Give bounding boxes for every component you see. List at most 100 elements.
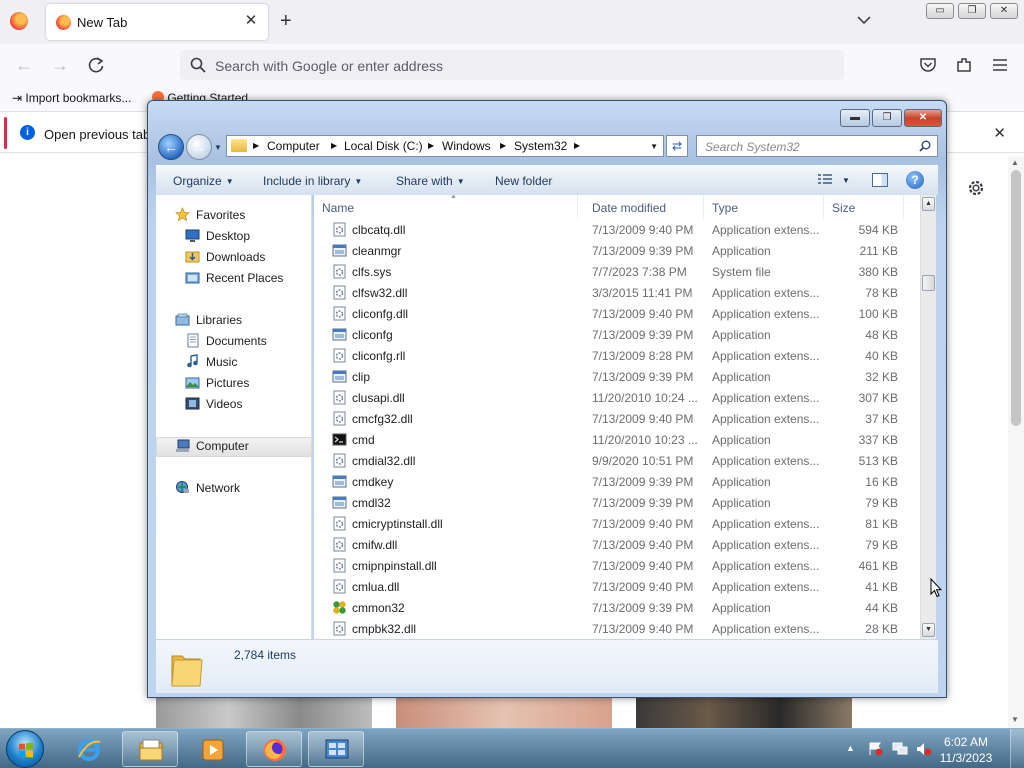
action-center-flag-icon[interactable] <box>868 742 884 756</box>
scroll-up-icon[interactable]: ▲ <box>922 197 935 211</box>
column-header-name[interactable]: Name ▲ <box>314 195 578 219</box>
file-row[interactable]: clfs.sys 7/7/2023 7:38 PM System file 380 K… <box>314 261 914 282</box>
search-icon[interactable] <box>919 140 931 152</box>
file-row[interactable]: cliconfg.rll 7/13/2009 8:28 PM Application… <box>314 345 914 366</box>
breadcrumb-windows[interactable]: Windows <box>442 139 491 153</box>
extensions-icon[interactable] <box>955 56 973 74</box>
show-hidden-icons-icon[interactable]: ▲ <box>846 743 855 753</box>
taskbar-control-panel[interactable] <box>308 731 364 767</box>
share-with-button[interactable]: Share with ▼ <box>396 174 465 188</box>
file-row[interactable]: clbcatq.dll 7/13/2009 9:40 PM Application … <box>314 219 914 240</box>
computer-icon <box>176 439 190 452</box>
taskbar-media-player[interactable] <box>184 731 240 767</box>
column-header-size[interactable]: Size <box>824 195 904 219</box>
file-row[interactable]: cmlua.dll 7/13/2009 9:40 PM Application ex… <box>314 576 914 597</box>
file-row[interactable]: cliconfg.dll 7/13/2009 9:40 PM Application… <box>314 303 914 324</box>
start-button[interactable] <box>6 730 44 768</box>
pocket-icon[interactable] <box>919 56 937 74</box>
breadcrumb-chevron-icon[interactable]: ▶ <box>331 141 337 150</box>
scroll-down-icon[interactable]: ▼ <box>922 623 935 637</box>
file-row[interactable]: cmmon32 7/13/2009 9:39 PM Application 44 KB <box>314 597 914 618</box>
file-row[interactable]: cmicryptinstall.dll 7/13/2009 9:40 PM Appl… <box>314 513 914 534</box>
minimize-button[interactable]: ▭ <box>926 3 954 19</box>
restore-button[interactable]: ❐ <box>958 3 986 19</box>
page-scrollbar[interactable]: ▲ ▼ <box>1008 156 1024 728</box>
file-size: 513 KB <box>858 454 898 468</box>
hamburger-menu-icon[interactable] <box>991 56 1009 74</box>
breadcrumb-chevron-icon[interactable]: ▶ <box>253 141 259 150</box>
address-bar[interactable]: ▶ Computer ▶ Local Disk (C:) ▶ Windows ▶… <box>226 135 664 157</box>
address-dropdown-icon[interactable]: ▼ <box>650 142 658 151</box>
breadcrumb-local-disk[interactable]: Local Disk (C:) <box>344 139 423 153</box>
firefox-view-icon[interactable] <box>10 12 28 30</box>
breadcrumb-system32[interactable]: System32 <box>514 139 567 153</box>
back-button[interactable]: ← <box>13 54 35 76</box>
scrollbar-thumb[interactable] <box>1011 170 1021 426</box>
search-input[interactable]: Search System32 <box>696 135 938 157</box>
file-row[interactable]: cmdkey 7/13/2009 9:39 PM Application 16 KB <box>314 471 914 492</box>
file-row[interactable]: cmipnpinstall.dll 7/13/2009 9:40 PM Applic… <box>314 555 914 576</box>
scrollbar-thumb[interactable] <box>922 275 935 291</box>
forward-button[interactable]: → <box>49 54 71 76</box>
recent-pages-dropdown-icon[interactable]: ▼ <box>214 143 222 152</box>
file-row[interactable]: cmcfg32.dll 7/13/2009 9:40 PM Application … <box>314 408 914 429</box>
explorer-minimize-button[interactable]: ▬ <box>840 109 870 127</box>
change-view-icon[interactable] <box>818 174 832 186</box>
preview-pane-icon[interactable] <box>872 173 888 187</box>
file-row[interactable]: cliconfg 7/13/2009 9:39 PM Application 48 K… <box>314 324 914 345</box>
url-bar[interactable]: Search with Google or enter address <box>180 50 844 80</box>
top-site-thumbnail[interactable] <box>636 696 852 728</box>
breadcrumb-computer[interactable]: Computer <box>267 139 320 153</box>
column-header-date-modified[interactable]: Date modified <box>584 195 704 219</box>
file-date-modified: 7/13/2009 9:40 PM <box>592 517 694 531</box>
column-header-type[interactable]: Type <box>704 195 824 219</box>
show-desktop-button[interactable] <box>1010 729 1024 768</box>
file-row[interactable]: cmd 11/20/2010 10:23 ... Application 337 KB <box>314 429 914 450</box>
file-row[interactable]: cmpbk32.dll 7/13/2009 9:40 PM Application … <box>314 618 914 639</box>
explorer-back-button[interactable]: ← <box>158 134 184 160</box>
taskbar-windows-explorer[interactable] <box>122 731 178 767</box>
file-row[interactable]: cmdl32 7/13/2009 9:39 PM Application 79 KB <box>314 492 914 513</box>
breadcrumb-chevron-icon[interactable]: ▶ <box>500 141 506 150</box>
file-row[interactable]: cmdial32.dll 9/9/2020 10:51 PM Application… <box>314 450 914 471</box>
refresh-button[interactable]: ⇄ <box>666 135 688 157</box>
system-clock[interactable]: 6:02 AM 11/3/2023 <box>938 734 994 766</box>
nav-recent-places-label: Recent Places <box>206 271 284 285</box>
tab-close-button[interactable]: ✕ <box>242 12 260 30</box>
explorer-maximize-button[interactable]: ❐ <box>872 109 902 127</box>
notification-close-button[interactable]: ✕ <box>993 124 1006 142</box>
close-window-button[interactable]: ✕ <box>990 3 1018 19</box>
file-row[interactable]: cleanmgr 7/13/2009 9:39 PM Application 211 … <box>314 240 914 261</box>
view-dropdown-icon[interactable]: ▼ <box>842 176 850 185</box>
network-status-icon[interactable] <box>892 742 908 756</box>
top-site-thumbnail[interactable] <box>396 696 612 728</box>
file-row[interactable]: cmifw.dll 7/13/2009 9:40 PM Application ex… <box>314 534 914 555</box>
command-prompt-icon <box>332 432 347 447</box>
gear-icon[interactable] <box>966 178 986 198</box>
explorer-forward-button[interactable]: → <box>186 134 212 160</box>
file-list-scrollbar[interactable]: ▲ ▼ <box>920 195 936 639</box>
reload-icon[interactable] <box>86 55 106 75</box>
include-in-library-button[interactable]: Include in library ▼ <box>263 174 362 188</box>
file-size: 28 KB <box>865 622 898 636</box>
file-row[interactable]: clip 7/13/2009 9:39 PM Application 32 KB <box>314 366 914 387</box>
organize-button[interactable]: Organize ▼ <box>173 174 234 188</box>
new-tab-button[interactable]: + <box>280 10 292 32</box>
breadcrumb-chevron-icon[interactable]: ▶ <box>428 141 434 150</box>
file-name: cmdkey <box>352 475 394 489</box>
scroll-up-icon[interactable]: ▲ <box>1011 158 1019 167</box>
tab-new-tab[interactable]: New Tab ✕ <box>46 4 268 40</box>
explorer-close-button[interactable]: ✕ <box>904 109 942 127</box>
new-folder-button[interactable]: New folder <box>495 174 552 188</box>
taskbar-firefox[interactable] <box>246 731 302 767</box>
bookmark-import[interactable]: ⇥ Import bookmarks... <box>12 91 131 105</box>
breadcrumb-chevron-icon[interactable]: ▶ <box>574 141 580 150</box>
scroll-down-icon[interactable]: ▼ <box>1011 715 1019 724</box>
top-site-thumbnail[interactable] <box>156 696 372 728</box>
file-row[interactable]: clfsw32.dll 3/3/2015 11:41 PM Application … <box>314 282 914 303</box>
volume-muted-icon[interactable] <box>916 742 932 756</box>
file-row[interactable]: clusapi.dll 11/20/2010 10:24 ... Applicati… <box>314 387 914 408</box>
taskbar-internet-explorer[interactable] <box>60 731 116 767</box>
chevron-down-icon[interactable] <box>856 12 872 28</box>
help-icon[interactable]: ? <box>906 171 924 189</box>
